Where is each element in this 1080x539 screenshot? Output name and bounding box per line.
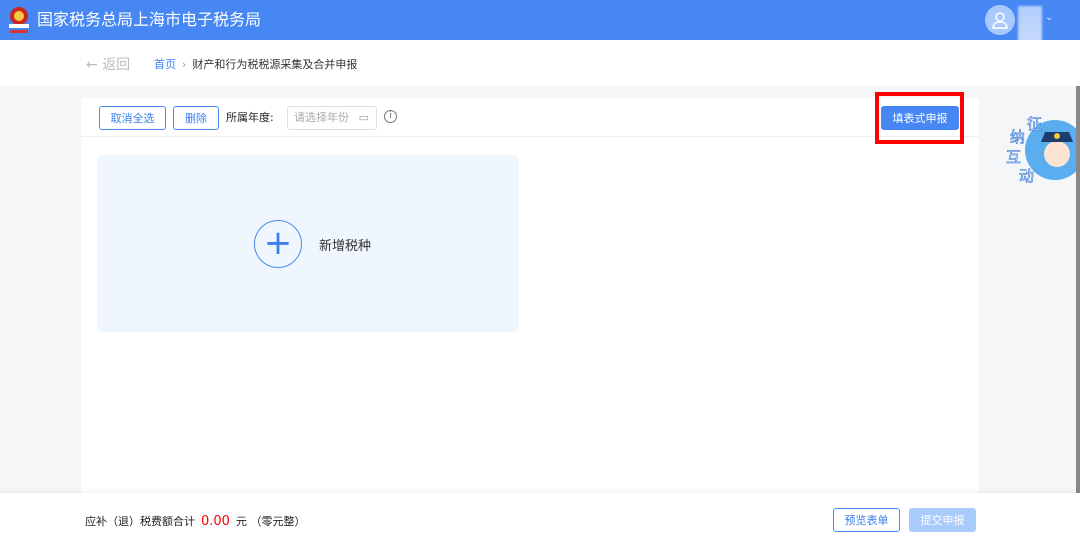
svg-text:征: 征: [1027, 115, 1042, 133]
interaction-mascot-icon[interactable]: 征 纳 互 动: [1005, 112, 1080, 187]
chevron-down-icon[interactable]: ⌄: [1045, 12, 1053, 23]
breadcrumb-current: 财产和行为税税源采集及合并申报: [192, 58, 358, 71]
svg-text:互: 互: [1006, 148, 1021, 166]
amount-in-words: （零元整）: [250, 515, 306, 528]
preview-form-button[interactable]: 预览表单: [833, 508, 900, 532]
deselect-all-button[interactable]: 取消全选: [99, 106, 166, 130]
currency-unit: 元: [235, 515, 247, 528]
plus-icon: +: [254, 220, 302, 268]
scrollbar[interactable]: [1076, 86, 1080, 493]
total-amount: 0.00: [201, 514, 230, 529]
main-card: 取消全选 删除 所属年度: 请选择年份 ▭ i 填表式申报 + 新增税种: [81, 98, 979, 493]
user-avatar[interactable]: [985, 5, 1015, 35]
year-placeholder: 请选择年份: [294, 111, 349, 124]
breadcrumb: 首页 › 财产和行为税税源采集及合并申报: [154, 56, 357, 72]
chevron-right-icon: ›: [182, 58, 187, 71]
year-label: 所属年度:: [226, 111, 274, 124]
add-tax-label: 新增税种: [319, 239, 372, 254]
user-icon: [992, 12, 1008, 29]
svg-text:纳: 纳: [1010, 128, 1025, 146]
svg-text:动: 动: [1019, 167, 1034, 185]
back-button[interactable]: ← 返回: [86, 54, 130, 74]
delete-button[interactable]: 删除: [173, 106, 219, 130]
toolbar: 取消全选 删除 所属年度: 请选择年份 ▭ i 填表式申报: [81, 98, 979, 137]
top-header: 国家税务总局上海市电子税务局 ⌄: [0, 0, 1080, 46]
add-tax-tile[interactable]: + 新增税种: [97, 155, 519, 332]
breadcrumb-home[interactable]: 首页: [154, 58, 176, 71]
arrow-left-icon: ←: [86, 57, 98, 73]
calendar-icon: ▭: [358, 111, 369, 124]
footer-bar: 应补（退）税费额合计 0.00 元 （零元整） 预览表单 提交申报: [0, 493, 1080, 539]
submit-declaration-button[interactable]: 提交申报: [909, 508, 976, 532]
tax-emblem-logo: [9, 7, 29, 33]
back-label: 返回: [102, 57, 131, 73]
highlight-box: [875, 92, 964, 144]
year-picker[interactable]: 请选择年份 ▭: [287, 106, 377, 130]
total-summary: 应补（退）税费额合计 0.00 元 （零元整）: [85, 513, 305, 529]
info-icon[interactable]: i: [384, 110, 397, 123]
total-label: 应补（退）税费额合计: [85, 515, 195, 528]
site-title: 国家税务总局上海市电子税务局: [37, 10, 262, 29]
